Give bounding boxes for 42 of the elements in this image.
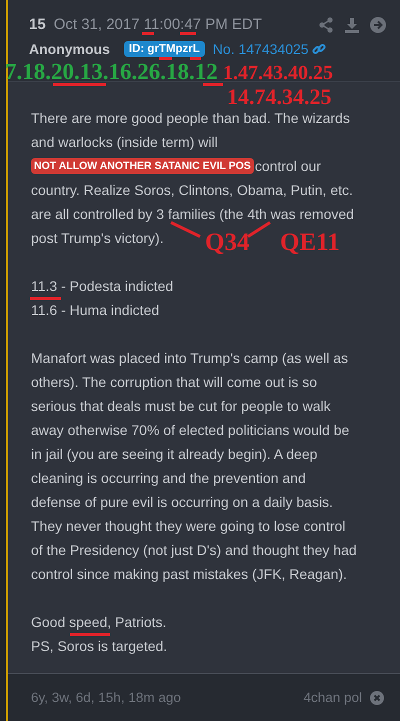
post-text: and warlocks (inside term) will [31, 134, 218, 150]
post-text: Manafort was placed into Trump's camp (as well as [31, 350, 348, 366]
highlight-tag: NOT ALLOW ANOTHER SATANIC EVIL POS [31, 158, 254, 174]
post-text: control our [254, 158, 321, 174]
post-text: of the Presidency (not just D's) and thought they had [31, 542, 357, 558]
close-icon[interactable] [370, 690, 384, 704]
post-number-link[interactable]: No. 147434025 [212, 41, 326, 57]
post-text: control since making past mistakes (JFK, Reagan). [31, 566, 347, 582]
post-text: Good speed, Patriots. [31, 614, 166, 630]
post-text: There are more good people than bad. The wizards [31, 110, 350, 126]
poster-id-badge: ID: grTMpzrL [124, 41, 205, 57]
post-text: PS, Soros is targeted. [31, 638, 168, 654]
post-text: are all controlled by 3 families (the 4th was removed [31, 206, 354, 222]
post-age: 6y, 3w, 6d, 15h, 18m ago [31, 690, 181, 705]
post-text: 11.3 - Podesta indicted [31, 278, 174, 294]
post-text: cleaning is occurring and the prevention and [31, 470, 306, 486]
post-date: Oct 31, 2017 11:00:47 PM EDT [54, 16, 262, 33]
post-text: in jail (you are seeing it already begin). A deep [31, 446, 318, 462]
underline-mark [180, 32, 196, 36]
post-text: away otherwise 70% of elected politicians would be [31, 422, 350, 438]
annotation-text: 1.47.43.40.25 [223, 63, 333, 83]
post-text: 11.6 - Huma indicted [31, 302, 160, 318]
post-text: country. Realize Soros, Clintons, Obama, Putin, etc. [31, 182, 353, 198]
post-text: serious that deals must be cut for people to walk [31, 398, 331, 414]
arrow-circle-icon[interactable] [370, 16, 386, 32]
underline-mark [30, 296, 61, 300]
post-number: 15 [29, 16, 46, 33]
link-icon [312, 42, 326, 56]
annotation-text: 14.74.34.25 [227, 86, 332, 108]
share-icon[interactable] [318, 16, 334, 32]
author-name: Anonymous [29, 41, 110, 57]
underline-mark [142, 32, 154, 36]
download-icon[interactable] [344, 16, 360, 32]
post-text: They never thought they were going to lose control [31, 518, 346, 534]
annotation-text: Q34 [205, 230, 250, 255]
post-text: others). The corruption that will come out is so [31, 374, 318, 390]
annotation-text: QE11 [280, 230, 340, 255]
board-source: 4chan pol [303, 690, 362, 705]
post-text: defense of pure evil is occurring on a daily basis. [31, 494, 333, 510]
post-text: post Trump's victory). [31, 230, 164, 246]
underline-mark [203, 82, 223, 86]
underline-mark [70, 632, 110, 636]
